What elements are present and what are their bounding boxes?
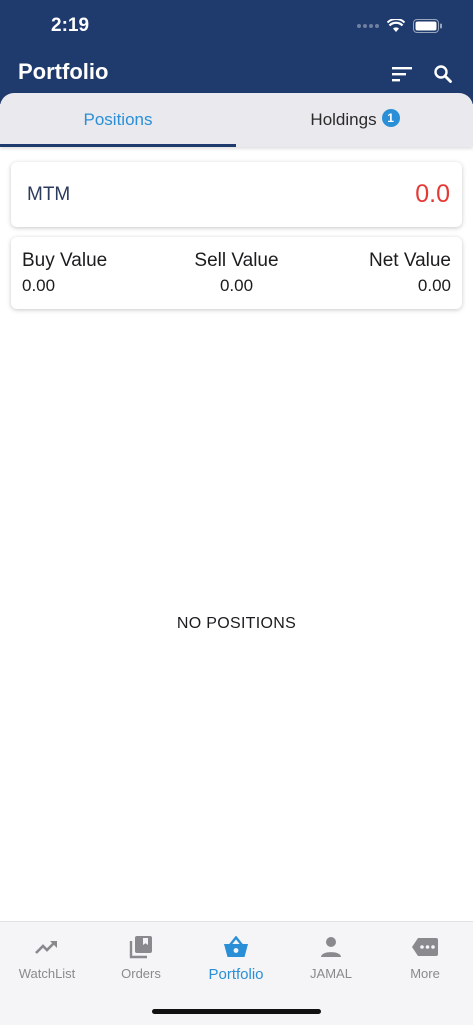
home-indicator bbox=[152, 1009, 321, 1014]
tabbar-item-watchlist[interactable]: WatchList bbox=[0, 934, 94, 981]
sell-value-column: Sell Value 0.00 bbox=[161, 250, 312, 296]
cellular-signal-icon bbox=[357, 24, 379, 28]
tab-positions[interactable]: Positions bbox=[0, 93, 236, 147]
tabbar-label-profile: JAMAL bbox=[310, 966, 352, 981]
search-icon bbox=[434, 65, 452, 83]
portfolio-tabs: Positions Holdings 1 bbox=[0, 93, 473, 147]
trending-up-icon bbox=[35, 941, 57, 954]
tabbar-item-more[interactable]: More bbox=[378, 934, 472, 981]
tabbar-item-orders[interactable]: Orders bbox=[94, 934, 188, 981]
basket-icon bbox=[224, 936, 248, 957]
net-value-amount: 0.00 bbox=[417, 276, 451, 295]
tab-holdings-label: Holdings bbox=[310, 110, 377, 129]
buy-value-amount: 0.00 bbox=[22, 276, 56, 295]
status-icons bbox=[357, 16, 443, 36]
tabbar-label-orders: Orders bbox=[121, 966, 161, 981]
sell-value-amount: 0.00 bbox=[219, 276, 254, 295]
empty-state-message: NO POSITIONS bbox=[176, 615, 297, 632]
buy-value-column: Buy Value 0.00 bbox=[22, 250, 107, 296]
battery-icon bbox=[413, 19, 442, 33]
tab-holdings[interactable]: Holdings 1 bbox=[237, 93, 473, 147]
app-header: 2:19 Portfolio bbox=[0, 0, 473, 104]
sort-icon bbox=[392, 67, 412, 82]
page-title: Portfolio bbox=[18, 59, 109, 84]
tabbar-item-profile[interactable]: JAMAL bbox=[284, 934, 378, 981]
tab-positions-label: Positions bbox=[83, 110, 153, 129]
tabbar-label-portfolio: Portfolio bbox=[208, 966, 264, 983]
net-value-column: Net Value 0.00 bbox=[369, 250, 451, 296]
sort-filter-button[interactable] bbox=[389, 61, 415, 87]
tabbar-label-watchlist: WatchList bbox=[18, 966, 76, 981]
values-card: Buy Value 0.00 Sell Value 0.00 Net Value… bbox=[11, 237, 462, 309]
person-icon bbox=[321, 937, 341, 957]
mtm-card: MTM 0.0 bbox=[11, 162, 462, 227]
buy-value-label: Buy Value bbox=[22, 250, 108, 271]
orders-icon bbox=[129, 936, 152, 959]
tabbar-item-portfolio[interactable]: Portfolio bbox=[189, 934, 283, 983]
tabbar-label-more: More bbox=[410, 966, 440, 981]
more-icon bbox=[412, 938, 438, 956]
status-time: 2:19 bbox=[51, 15, 90, 36]
search-button[interactable] bbox=[430, 61, 456, 87]
sell-value-label: Sell Value bbox=[194, 250, 279, 271]
net-value-label: Net Value bbox=[368, 250, 451, 271]
holdings-count-badge: 1 bbox=[381, 109, 400, 127]
wifi-icon bbox=[387, 19, 405, 32]
active-tab-indicator bbox=[0, 144, 236, 147]
mtm-value: 0.0 bbox=[415, 180, 450, 208]
mtm-label: MTM bbox=[27, 184, 71, 205]
